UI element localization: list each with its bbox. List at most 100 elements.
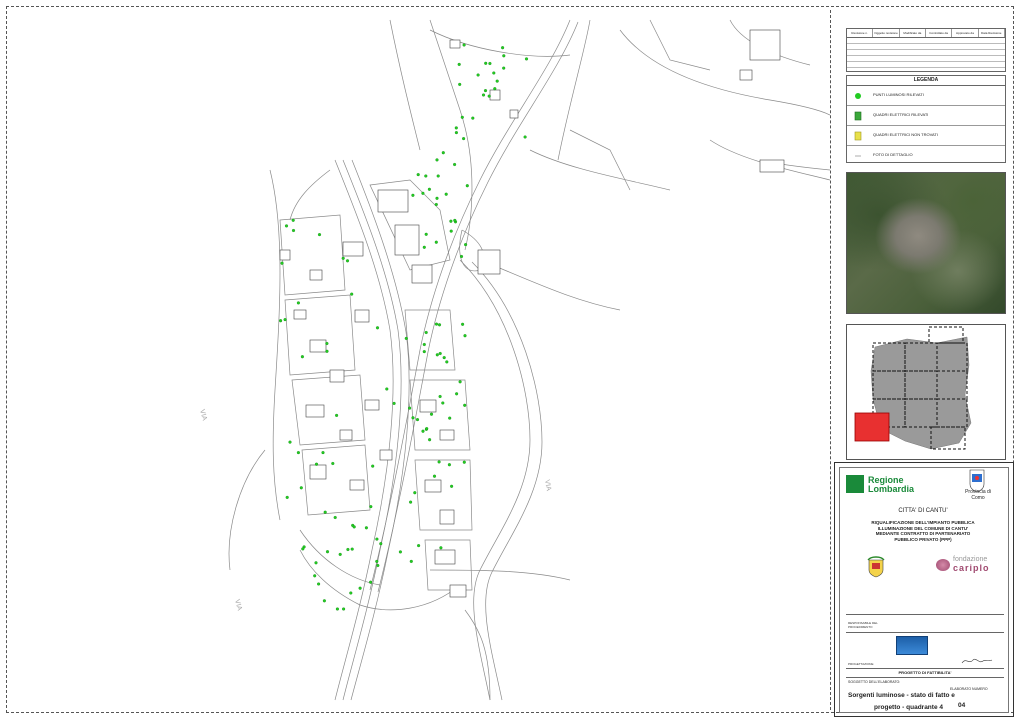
revision-header-cell: Controllato da [926, 29, 953, 37]
light-point-marker [435, 196, 439, 200]
light-point-marker [331, 461, 335, 466]
aerial-photo [846, 172, 1006, 314]
light-point-marker [436, 174, 440, 178]
light-point-marker [447, 463, 451, 467]
legend-item: QUADRI ELETTRICI RILEVATI [847, 106, 1005, 126]
light-point-marker [465, 184, 469, 188]
light-point-marker [444, 192, 448, 196]
light-point-marker [523, 135, 527, 139]
light-point-marker [416, 173, 420, 177]
revision-header-cell: Approvato da [952, 29, 979, 37]
light-point-marker [409, 559, 413, 563]
legend-item-label: QUADRI ELETTRICI RILEVATI [873, 112, 929, 117]
light-point-marker [299, 486, 303, 490]
map-label: VIA [198, 409, 208, 422]
progettazione-label: PROGETTAZIONE [848, 662, 874, 666]
legend-item: PUNTI LUMINOSI RILEVATI [847, 86, 1005, 106]
regione-lombardia-logo: Regione Lombardia [846, 474, 914, 496]
street-map[interactable]: VIA VIA VIA [10, 10, 830, 710]
light-point-marker [453, 162, 457, 167]
light-point-marker [459, 254, 464, 259]
light-point-marker [285, 495, 289, 499]
project-phase: PROGETTO DI FATTIBILITA' [846, 668, 1004, 678]
light-point-marker [341, 256, 345, 260]
map-area[interactable]: VIA VIA VIA [10, 10, 831, 710]
revision-header-cell: Data Revisione [979, 29, 1005, 37]
photo-marker-icon [855, 155, 861, 157]
light-point-marker [421, 429, 425, 433]
light-point-marker [283, 318, 287, 322]
light-point-marker [314, 561, 318, 565]
map-label: VIA [543, 479, 552, 492]
light-point-marker [449, 229, 453, 233]
legend: LEGENDA PUNTI LUMINOSI RILEVATI QUADRI E… [846, 75, 1006, 163]
engineer-stamp [896, 636, 928, 655]
light-point-marker [422, 342, 426, 347]
light-point-marker [427, 187, 431, 191]
light-point-marker [502, 66, 506, 70]
light-point-marker [417, 544, 421, 548]
fondazione-cariplo-logo: fondazione cariplo [936, 556, 998, 574]
light-point-marker [385, 387, 389, 391]
light-point-marker [463, 334, 467, 338]
light-point-marker [421, 191, 425, 195]
light-point-marker [483, 89, 488, 93]
legend-item-label: PUNTI LUMINOSI RILEVATI [873, 92, 924, 97]
light-point-marker [411, 416, 415, 420]
divider [846, 614, 1004, 615]
light-point-marker [487, 94, 491, 98]
light-point-marker [411, 193, 415, 197]
light-point-marker [425, 427, 429, 431]
light-point-marker [301, 547, 305, 551]
light-point-marker [342, 607, 346, 611]
key-map [846, 324, 1006, 460]
light-point-marker [338, 552, 342, 556]
light-point-marker [484, 61, 488, 65]
light-point-marker [437, 460, 441, 464]
light-point-marker [317, 582, 321, 586]
light-point-marker [462, 137, 466, 141]
light-point-marker [438, 351, 442, 356]
light-point-marker [457, 62, 461, 66]
light-point-marker [296, 301, 300, 305]
light-point-marker [284, 224, 289, 228]
light-point-marker [450, 484, 454, 488]
light-point-marker [434, 202, 438, 207]
green-dot-icon [855, 93, 861, 99]
light-point-marker [435, 353, 439, 357]
light-point-marker [349, 591, 353, 595]
light-point-marker [448, 416, 452, 420]
responsabile-label: RESPONSABILE DEL PROCEDIMENTO [848, 621, 878, 629]
light-point-marker [325, 349, 329, 353]
light-point-marker [409, 500, 413, 504]
light-point-marker [429, 412, 434, 416]
light-point-marker [325, 550, 330, 554]
light-point-marker [288, 440, 292, 444]
city-name: CITTA' DI CANTU' [898, 508, 948, 514]
light-point-marker [454, 131, 458, 135]
drawing-title: Sorgenti luminose - stato di fatto e pro… [848, 692, 955, 711]
project-title: RIQUALIFICAZIONE DELL'IMPIANTO PUBBLICA … [871, 520, 975, 542]
light-point-marker [300, 355, 304, 359]
signature-icon [961, 659, 993, 664]
revision-header-cell: Modificato da [900, 29, 926, 37]
light-point-marker [501, 46, 505, 50]
light-point-marker [481, 93, 486, 97]
light-point-marker [280, 261, 284, 265]
light-point-marker [371, 464, 375, 468]
light-point-marker [279, 319, 283, 323]
legend-item-label: QUADRI ELETTRICI NON TROVATI [873, 132, 938, 137]
light-point-marker [441, 151, 445, 155]
light-point-marker [369, 505, 373, 509]
light-point-marker [432, 474, 437, 478]
divider [846, 632, 1004, 633]
light-point-marker [335, 413, 339, 417]
light-point-marker [445, 360, 449, 364]
yellow-box-icon [854, 131, 862, 141]
light-point-marker [321, 451, 325, 455]
light-point-marker [408, 406, 412, 410]
light-point-marker [422, 350, 426, 354]
light-point-marker [350, 292, 354, 296]
light-point-marker [375, 559, 379, 563]
light-point-marker [442, 356, 446, 360]
